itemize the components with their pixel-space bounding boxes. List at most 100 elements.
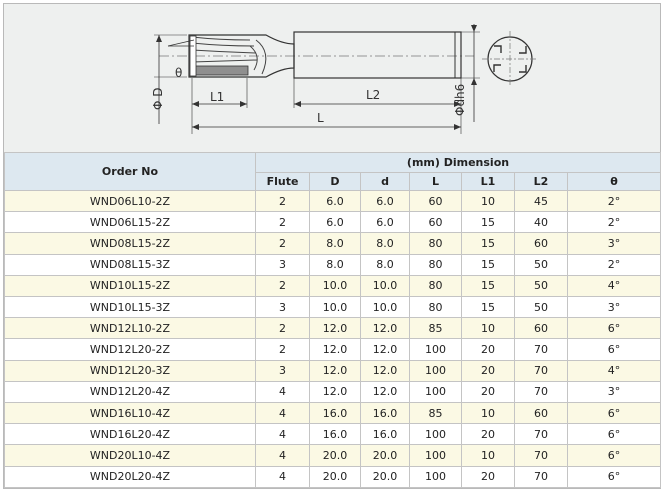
d-cell: 12.0 — [360, 380, 410, 404]
l-label: L — [317, 111, 324, 125]
column-header-D: D — [309, 172, 361, 191]
specification-table: Order No (mm) Dimension Flute D d L L1 L… — [4, 152, 662, 489]
theta-cell: 6° — [566, 338, 662, 361]
D-cell: 6.0 — [309, 211, 361, 234]
D-cell: 10.0 — [309, 274, 361, 298]
theta-cell: 6° — [566, 465, 662, 489]
L2-cell: 70 — [514, 359, 568, 382]
d-cell: 20.0 — [360, 465, 410, 489]
D-cell: 12.0 — [309, 380, 361, 404]
dimension-header: (mm) Dimension — [254, 152, 662, 173]
flute-cell: 4 — [255, 402, 310, 425]
L2-cell: 70 — [514, 338, 568, 361]
tool-technical-drawing: θ Φ D L1 L2 L Φdh6 — [4, 4, 660, 152]
theta-cell: 4° — [566, 359, 662, 382]
table-row: WND20L10-4Z 4 20.0 20.0 100 10 70 6° — [4, 444, 662, 467]
flute-cell: 2 — [255, 189, 310, 213]
L1-cell: 20 — [461, 423, 515, 446]
L-cell: 100 — [409, 465, 462, 489]
table-row: WND12L20-2Z 2 12.0 12.0 100 20 70 6° — [4, 338, 662, 361]
D-cell: 8.0 — [309, 253, 361, 276]
d-cell: 16.0 — [360, 402, 410, 425]
flute-cell: 2 — [255, 317, 310, 340]
theta-cell: 4° — [566, 274, 662, 298]
theta-cell: 3° — [566, 232, 662, 255]
order-no-header: Order No — [4, 152, 256, 191]
table-row: WND10L15-3Z 3 10.0 10.0 80 15 50 3° — [4, 296, 662, 319]
L1-cell: 15 — [461, 296, 515, 319]
column-header-L1: L1 — [461, 172, 515, 191]
column-header-flute: Flute — [255, 172, 310, 191]
order-no-cell: WND12L20-2Z — [4, 338, 256, 361]
L2-cell: 70 — [514, 423, 568, 446]
d-cell: 12.0 — [360, 338, 410, 361]
D-cell: 20.0 — [309, 465, 361, 489]
d-cell: 12.0 — [360, 317, 410, 340]
table-row: WND08L15-2Z 2 8.0 8.0 80 15 60 3° — [4, 232, 662, 255]
order-no-cell: WND08L15-3Z — [4, 253, 256, 276]
l2-label: L2 — [366, 88, 380, 102]
d-cell: 6.0 — [360, 189, 410, 213]
L2-cell: 40 — [514, 211, 568, 234]
phi-dh6-label: Φdh6 — [453, 84, 467, 116]
flute-cell: 2 — [255, 232, 310, 255]
theta-cell: 6° — [566, 402, 662, 425]
product-spec-panel: θ Φ D L1 L2 L Φdh6 Order No (mm) Dimensi… — [3, 3, 662, 489]
L2-cell: 70 — [514, 444, 568, 467]
L1-cell: 10 — [461, 189, 515, 213]
D-cell: 10.0 — [309, 296, 361, 319]
order-no-cell: WND20L10-4Z — [4, 444, 256, 467]
L1-cell: 20 — [461, 465, 515, 489]
theta-cell: 2° — [566, 253, 662, 276]
theta-cell: 6° — [566, 317, 662, 340]
L2-cell: 50 — [514, 253, 568, 276]
order-no-cell: WND20L20-4Z — [4, 465, 256, 489]
L-cell: 100 — [409, 444, 462, 467]
flute-cell: 2 — [255, 274, 310, 298]
L2-cell: 60 — [514, 402, 568, 425]
d-cell: 12.0 — [360, 359, 410, 382]
flute-cell: 4 — [255, 444, 310, 467]
flute-cell: 2 — [255, 338, 310, 361]
L2-cell: 60 — [514, 317, 568, 340]
L-cell: 100 — [409, 338, 462, 361]
d-cell: 16.0 — [360, 423, 410, 446]
L-cell: 80 — [409, 232, 462, 255]
flute-cell: 2 — [255, 211, 310, 234]
order-no-cell: WND12L10-2Z — [4, 317, 256, 340]
L1-cell: 15 — [461, 274, 515, 298]
order-no-cell: WND08L15-2Z — [4, 232, 256, 255]
d-cell: 10.0 — [360, 274, 410, 298]
L2-cell: 50 — [514, 296, 568, 319]
L-cell: 85 — [409, 402, 462, 425]
L-cell: 60 — [409, 189, 462, 213]
D-cell: 12.0 — [309, 359, 361, 382]
L1-cell: 20 — [461, 359, 515, 382]
L1-cell: 10 — [461, 317, 515, 340]
flute-cell: 3 — [255, 296, 310, 319]
d-cell: 6.0 — [360, 211, 410, 234]
table-body: WND06L10-2Z 2 6.0 6.0 60 10 45 2° WND06L15-2Z 2 6.… — [4, 189, 662, 489]
theta-cell: 6° — [566, 423, 662, 446]
L-cell: 80 — [409, 274, 462, 298]
l1-label: L1 — [210, 90, 224, 104]
L2-cell: 45 — [514, 189, 568, 213]
column-header-L2: L2 — [514, 172, 568, 191]
D-cell: 12.0 — [309, 317, 361, 340]
end-mill-diagram: θ Φ D L1 L2 L Φdh6 — [151, 24, 538, 134]
L-cell: 100 — [409, 423, 462, 446]
flute-cell: 3 — [255, 359, 310, 382]
L-cell: 60 — [409, 211, 462, 234]
L1-cell: 10 — [461, 402, 515, 425]
order-no-cell: WND16L10-4Z — [4, 402, 256, 425]
D-cell: 6.0 — [309, 189, 361, 213]
L-cell: 85 — [409, 317, 462, 340]
L-cell: 100 — [409, 359, 462, 382]
order-no-cell: WND12L20-4Z — [4, 380, 256, 404]
D-cell: 16.0 — [309, 402, 361, 425]
D-cell: 12.0 — [309, 338, 361, 361]
theta-cell: 3° — [566, 380, 662, 404]
flute-cell: 4 — [255, 380, 310, 404]
L1-cell: 20 — [461, 338, 515, 361]
D-cell: 8.0 — [309, 232, 361, 255]
